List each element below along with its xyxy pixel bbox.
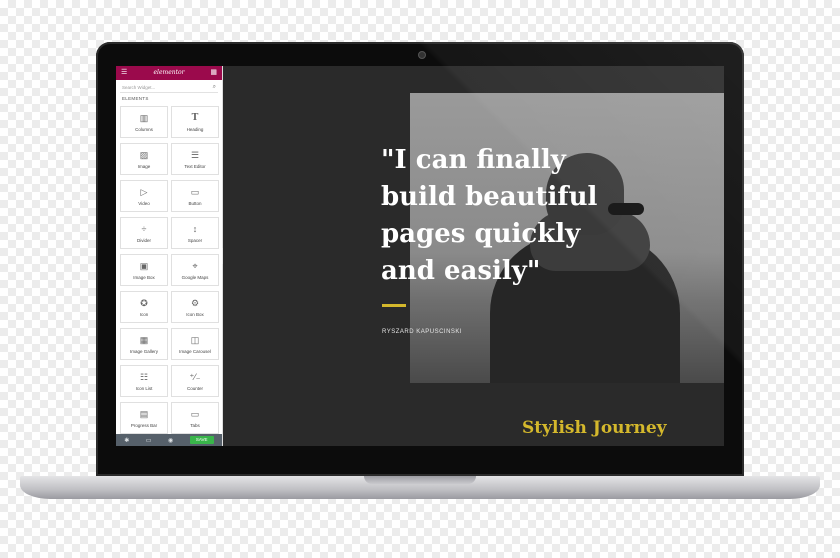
image-box-icon: ▣ [139, 260, 149, 271]
widget-image-carousel[interactable]: ◫ Image Carousel [171, 328, 219, 360]
widget-image-box[interactable]: ▣ Image Box [120, 254, 168, 286]
video-icon: ▷ [140, 186, 148, 197]
screen: ☰ elementor ▦ Search Widget... ⌕ ELEMENT… [116, 66, 724, 446]
text-editor-icon: ☰ [190, 149, 200, 160]
widget-label: Icon List [135, 385, 153, 391]
spacer-icon: ↕ [192, 223, 198, 234]
widget-label: Heading [186, 126, 204, 132]
gallery-icon: ▦ [139, 334, 149, 345]
widget-image-gallery[interactable]: ▦ Image Gallery [120, 328, 168, 360]
tabs-icon: ▭ [190, 408, 200, 419]
editor-logo: elementor [153, 69, 185, 76]
heading-icon: T [191, 112, 199, 123]
widget-icon-box[interactable]: ⚙ Icon Box [171, 291, 219, 323]
widget-spacer[interactable]: ↕ Spacer [171, 217, 219, 249]
widget-label: Progress Bar [130, 422, 158, 428]
widget-search-input[interactable]: Search Widget... ⌕ [120, 83, 218, 93]
widget-label: Counter [186, 385, 203, 391]
widget-label: Columns [135, 126, 153, 132]
widgets-grid-icon[interactable]: ▦ [210, 69, 217, 77]
star-icon: ✪ [140, 297, 148, 308]
responsive-icon[interactable]: ▭ [146, 437, 152, 444]
widget-label: Spacer [187, 237, 203, 243]
widget-icon-list[interactable]: ☷ Icon List [120, 365, 168, 397]
list-icon: ☷ [139, 371, 149, 382]
accent-divider [382, 304, 406, 307]
editor-footer: ✱ ▭ ◉ SAVE [116, 434, 222, 446]
widget-label: Google Maps [181, 274, 209, 280]
widget-label: Image Gallery [129, 348, 158, 354]
columns-icon: ▥ [139, 112, 149, 123]
icon-box-icon: ⚙ [190, 297, 200, 308]
widget-columns[interactable]: ▥ Columns [120, 106, 168, 138]
widget-label: Icon [139, 311, 149, 317]
widget-label: Video [138, 200, 150, 206]
widget-google-maps[interactable]: ⌖ Google Maps [171, 254, 219, 286]
editor-header: ☰ elementor ▦ [116, 66, 222, 80]
widget-label: Text Editor [184, 163, 206, 169]
widget-label: Button [188, 200, 202, 206]
laptop-notch [364, 476, 476, 484]
camera-icon [418, 51, 426, 59]
save-button[interactable]: SAVE [189, 436, 214, 444]
progress-bar-icon: ▤ [139, 408, 149, 419]
widget-label: Divider [136, 237, 151, 243]
widget-label: Image [137, 163, 151, 169]
widget-heading[interactable]: T Heading [171, 106, 219, 138]
quote-author: RYSZARD KAPUSCINSKI [382, 329, 463, 335]
widget-grid: ▥ Columns T Heading ▨ Image ☰ Text Edito… [120, 106, 219, 434]
hero-quote: "I can finally build beautiful pages qui… [381, 145, 598, 286]
widget-label: Image Box [133, 274, 155, 280]
widget-label: Image Carousel [179, 348, 211, 354]
button-icon: ▭ [190, 186, 200, 197]
carousel-icon: ◫ [190, 334, 200, 345]
widget-text-editor[interactable]: ☰ Text Editor [171, 143, 219, 175]
widget-progress-bar[interactable]: ▤ Progress Bar [120, 402, 168, 434]
image-icon: ▨ [139, 149, 149, 160]
widget-button[interactable]: ▭ Button [171, 180, 219, 212]
preview-icon[interactable]: ◉ [168, 437, 173, 444]
divider-icon: ÷ [141, 223, 147, 234]
widget-divider[interactable]: ÷ Divider [120, 217, 168, 249]
site-title: Stylish Journey [522, 418, 667, 438]
widget-label: Tabs [190, 422, 200, 428]
counter-icon: ⁺⁄₋ [189, 371, 201, 382]
search-icon: ⌕ [212, 84, 216, 90]
elements-section-label: ELEMENTS [122, 96, 149, 101]
search-placeholder: Search Widget... [122, 85, 156, 90]
page-canvas: "I can finally build beautiful pages qui… [223, 66, 724, 446]
widget-counter[interactable]: ⁺⁄₋ Counter [171, 365, 219, 397]
widget-image[interactable]: ▨ Image [120, 143, 168, 175]
widget-label: Icon Box [186, 311, 204, 317]
widget-video[interactable]: ▷ Video [120, 180, 168, 212]
editor-sidebar: ☰ elementor ▦ Search Widget... ⌕ ELEMENT… [116, 66, 223, 446]
settings-icon[interactable]: ✱ [124, 437, 129, 444]
widget-tabs[interactable]: ▭ Tabs [171, 402, 219, 434]
widget-icon[interactable]: ✪ Icon [120, 291, 168, 323]
google-maps-icon: ⌖ [192, 260, 198, 271]
